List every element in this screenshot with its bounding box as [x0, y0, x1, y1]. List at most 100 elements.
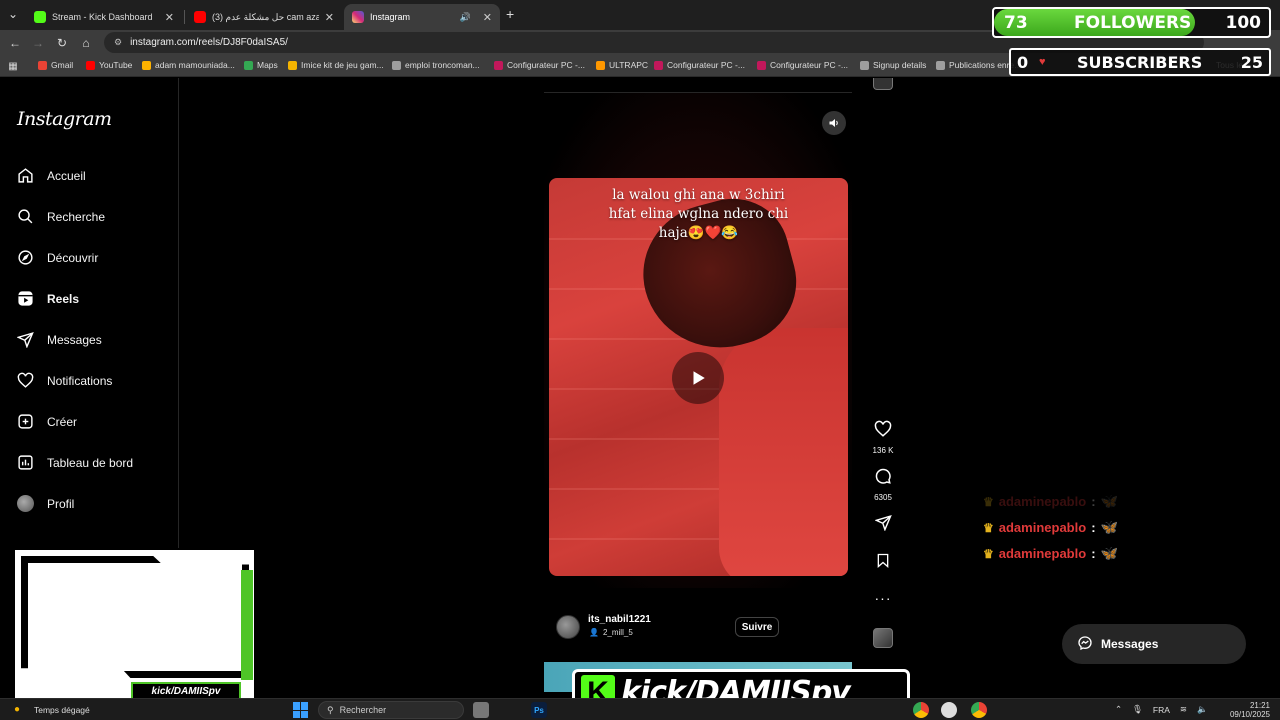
bookmark-icon[interactable]: [875, 552, 891, 574]
windows-taskbar: ● Temps dégagé ⚲ Rechercher Ps ⌃ 🎙 FRA ≋…: [0, 698, 1280, 720]
chrome-profile-icon[interactable]: [971, 702, 987, 718]
nav-label: Profil: [47, 496, 75, 511]
audio-playing-icon[interactable]: 🔊: [460, 12, 471, 23]
reel-video[interactable]: la walou ghi ana w 3chiri hfat elina wgl…: [549, 178, 848, 576]
home-icon[interactable]: ⌂: [77, 34, 95, 52]
obs-icon[interactable]: [941, 702, 957, 718]
site-info-icon[interactable]: ⚙: [114, 37, 122, 48]
bookmark-item[interactable]: emploi troncoman...: [392, 60, 480, 70]
nav-recherche[interactable]: Recherche: [17, 208, 105, 225]
weather-text[interactable]: Temps dégagé: [34, 705, 90, 715]
chat-message: ♛ adaminepablo : 🦋: [983, 519, 1118, 536]
nav-profil[interactable]: Profil: [17, 495, 74, 512]
nav-creer[interactable]: Créer: [17, 413, 77, 430]
bookmark-favicon-icon: [596, 60, 605, 70]
nav-notifications[interactable]: Notifications: [17, 372, 112, 389]
bookmark-favicon-icon: [757, 60, 766, 70]
microphone-icon[interactable]: 🎙: [1132, 704, 1143, 715]
tab-title: Stream - Kick Dashboard: [52, 12, 153, 22]
speaker-icon[interactable]: 🔈: [1197, 704, 1208, 715]
comment-icon[interactable]: [874, 467, 892, 490]
system-clock[interactable]: 21:21 09/10/2025: [1224, 701, 1270, 719]
play-icon[interactable]: [672, 352, 724, 404]
reload-icon[interactable]: ↻: [53, 34, 71, 52]
chat-separator: :: [1091, 520, 1096, 535]
chevron-up-icon[interactable]: ⌃: [1115, 704, 1122, 715]
nav-messages[interactable]: Messages: [17, 331, 102, 348]
subs-goal: 25: [1240, 53, 1263, 72]
gift-icon: ♥: [1039, 56, 1046, 68]
tab-search-icon[interactable]: ⌄: [4, 5, 22, 23]
more-action[interactable]: ···: [868, 590, 898, 606]
nav-label: Notifications: [47, 373, 113, 388]
like-action[interactable]: 136 K: [868, 420, 898, 455]
close-icon[interactable]: ✕: [165, 11, 174, 24]
search-icon: [17, 208, 34, 225]
bookmark-item[interactable]: adam mamouniada...: [142, 60, 235, 70]
bookmark-item[interactable]: Imice kit de jeu gam...: [288, 60, 384, 70]
close-icon[interactable]: ✕: [483, 11, 492, 24]
crown-icon: ♛: [983, 494, 994, 509]
bookmark-item[interactable]: YouTube: [86, 60, 132, 70]
clock-time: 21:21: [1249, 701, 1270, 710]
bookmark-item[interactable]: Gmail: [38, 60, 73, 70]
close-icon[interactable]: ✕: [325, 11, 334, 24]
bookmark-label: emploi troncoman...: [405, 60, 480, 70]
bookmark-favicon-icon: [38, 60, 47, 70]
bookmark-item[interactable]: Maps: [244, 60, 278, 70]
comment-action[interactable]: 6305: [868, 467, 898, 502]
reel-subject-shirt: [719, 328, 848, 576]
bookmark-label: Configurateur PC -...: [507, 60, 585, 70]
new-tab-button[interactable]: +: [506, 6, 514, 22]
chat-separator: :: [1091, 494, 1096, 509]
butterfly-emote: 🦋: [1100, 545, 1118, 561]
send-icon[interactable]: [873, 514, 892, 536]
volume-icon[interactable]: [822, 111, 846, 135]
forward-arrow-icon[interactable]: →: [29, 34, 47, 52]
messages-button[interactable]: Messages: [1062, 624, 1246, 664]
nav-tableau-de-bord[interactable]: Tableau de bord: [17, 454, 133, 471]
bookmark-favicon-icon: [860, 60, 869, 70]
save-action[interactable]: [868, 552, 898, 574]
tab-instagram[interactable]: Instagram 🔊 ✕: [344, 4, 500, 30]
nav-decouvrir[interactable]: Découvrir: [17, 249, 98, 266]
apps-grid-icon[interactable]: ▦: [4, 57, 22, 75]
followers-label: FOLLOWERS: [1074, 13, 1192, 33]
follow-button[interactable]: Suivre: [735, 617, 779, 637]
caption-line: haja😍❤️😂: [658, 225, 739, 241]
author-avatar[interactable]: [556, 615, 580, 639]
tab-kick-dashboard[interactable]: Stream - Kick Dashboard ✕: [26, 4, 182, 30]
bookmark-item[interactable]: Signup details: [860, 60, 926, 70]
chat-separator: :: [1091, 546, 1096, 561]
bookmark-item[interactable]: ULTRAPC: [596, 60, 648, 70]
like-count: 136 K: [872, 446, 894, 455]
messenger-icon: [1077, 635, 1093, 654]
bookmark-label: ULTRAPC: [609, 60, 649, 70]
heart-icon[interactable]: [874, 420, 892, 443]
share-action[interactable]: [868, 514, 898, 536]
tab-youtube[interactable]: حل مشكلة عدم (3) cam azaar كـ ✕: [186, 4, 342, 30]
audio-thumbnail[interactable]: [873, 628, 893, 648]
instagram-logo[interactable]: Instagram: [17, 108, 112, 130]
chrome-icon[interactable]: [913, 702, 929, 718]
weather-icon[interactable]: ●: [14, 704, 20, 715]
bookmark-favicon-icon: [392, 60, 401, 70]
bookmark-item[interactable]: Configurateur PC -...: [654, 60, 745, 70]
language-indicator[interactable]: FRA: [1153, 705, 1170, 715]
bookmark-item[interactable]: Configurateur PC -...: [757, 60, 848, 70]
wifi-icon[interactable]: ≋: [1180, 704, 1187, 715]
photoshop-icon[interactable]: Ps: [531, 702, 547, 718]
nav-reels[interactable]: Reels: [17, 290, 79, 307]
reel-audio[interactable]: 👤 2_mill_5: [589, 628, 633, 637]
tab-title: Instagram: [370, 12, 411, 22]
back-arrow-icon[interactable]: ←: [6, 34, 24, 52]
author-username[interactable]: its_nabil1221: [588, 614, 651, 625]
more-options-icon[interactable]: ···: [875, 590, 892, 606]
chat-message: ♛ adaminepablo : 🦋: [983, 545, 1118, 562]
file-explorer-icon[interactable]: [473, 702, 489, 718]
taskbar-search[interactable]: ⚲ Rechercher: [318, 701, 464, 719]
nav-accueil[interactable]: Accueil: [17, 167, 86, 184]
bookmark-item[interactable]: Configurateur PC -...: [494, 60, 585, 70]
previous-audio-thumbnail[interactable]: [873, 78, 893, 90]
windows-start-icon[interactable]: [293, 702, 309, 718]
